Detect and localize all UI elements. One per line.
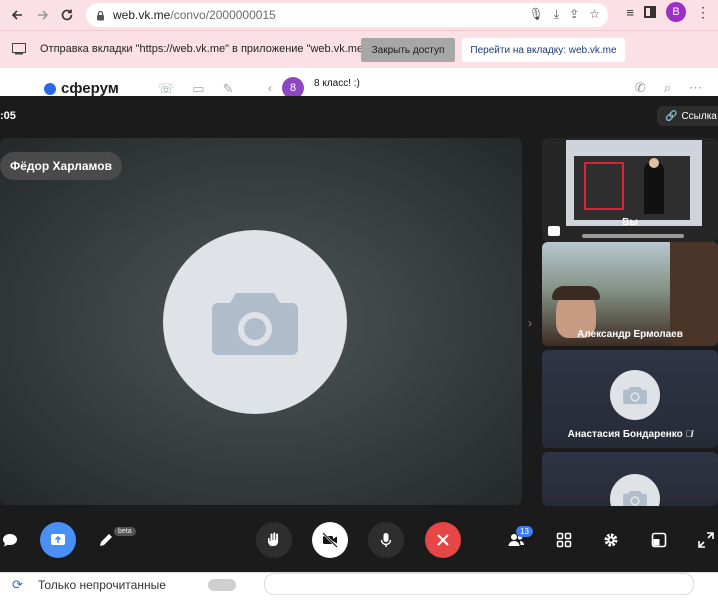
- phone-icon[interactable]: ✆: [635, 80, 646, 96]
- camera-icon: [623, 490, 647, 506]
- address-bar[interactable]: web.vk.me/convo/2000000015 🎙 ⤓ ⇪ ☆: [86, 3, 608, 27]
- screen-share-indicator-icon: [12, 43, 26, 55]
- participant-name: Вы: [622, 217, 638, 228]
- close-icon: [437, 534, 449, 546]
- forward-arrow-icon: [38, 10, 49, 20]
- vk-header-icons: ☏ ▭ ✎: [158, 81, 233, 97]
- participant-hair: [552, 286, 600, 300]
- unread-only-label: Только непрочитанные: [38, 578, 166, 592]
- url-host: web.vk.me: [113, 8, 171, 22]
- archive-icon[interactable]: ▭: [192, 81, 204, 97]
- search-icon[interactable]: ⌕: [664, 80, 671, 96]
- stop-sharing-button[interactable]: Закрыть доступ: [361, 38, 455, 62]
- share-screen-icon: [51, 534, 65, 545]
- microphone-icon[interactable]: 🎙: [529, 7, 544, 22]
- screen-share-button[interactable]: [40, 522, 76, 558]
- shared-video-thumbnail: [574, 156, 690, 220]
- browser-toolbar: web.vk.me/convo/2000000015 🎙 ⤓ ⇪ ☆ ≡ B ⋮: [0, 0, 718, 30]
- sferum-logo[interactable]: сферум: [44, 80, 119, 97]
- sharing-message: Отправка вкладки "https://web.vk.me" в п…: [40, 43, 377, 55]
- logo-mark-icon: [44, 82, 56, 95]
- speaker-avatar-placeholder: [163, 230, 347, 414]
- grid-icon: [556, 532, 572, 548]
- participants-count-badge: 13: [516, 526, 533, 537]
- go-to-tab-button[interactable]: Перейти на вкладку: web.vk.me: [462, 38, 625, 62]
- more-menu-icon[interactable]: ⋮: [696, 4, 710, 21]
- minimize-button[interactable]: [641, 522, 677, 558]
- beta-badge: beta: [114, 527, 136, 536]
- chevron-left-icon[interactable]: ‹: [268, 81, 272, 95]
- microphone-icon: [380, 533, 392, 547]
- participant-tile-self[interactable]: Вы: [542, 138, 718, 242]
- video-progress-bar: [582, 234, 684, 238]
- reading-list-icon[interactable]: ≡: [626, 5, 634, 20]
- chat-button[interactable]: [0, 522, 28, 558]
- unread-only-toggle[interactable]: [208, 579, 236, 591]
- link-icon: 🔗: [665, 110, 678, 122]
- fullscreen-button[interactable]: [688, 522, 718, 558]
- microphone-button[interactable]: [368, 522, 404, 558]
- camera-toggle-button[interactable]: [312, 522, 348, 558]
- chevron-right-icon[interactable]: ›: [528, 316, 532, 330]
- hand-icon: [268, 532, 279, 546]
- compose-icon[interactable]: ✎: [223, 81, 234, 97]
- participant-name: Александр Ермолаев: [577, 329, 683, 340]
- camera-off-icon: [322, 532, 338, 548]
- share-icon[interactable]: ⇪: [569, 7, 579, 22]
- refresh-icon: ⟳: [12, 577, 23, 592]
- url-path: /convo/2000000015: [170, 8, 276, 22]
- reload-icon: [61, 9, 73, 21]
- raise-hand-button[interactable]: [256, 522, 292, 558]
- shared-screen-preview: [566, 140, 702, 226]
- profile-avatar[interactable]: B: [666, 2, 686, 22]
- screen: web.vk.me/convo/2000000015 🎙 ⤓ ⇪ ☆ ≡ B ⋮…: [0, 0, 718, 602]
- vk-footer: ⟳ Только непрочитанные: [0, 572, 718, 602]
- tab-sharing-banner: Отправка вкладки "https://web.vk.me" в п…: [0, 30, 718, 68]
- speaker-name-badge: Фёдор Харламов: [0, 152, 122, 180]
- side-panel-icon[interactable]: [644, 6, 656, 18]
- participant-name-text: Анастасия Бондаренко: [567, 429, 683, 440]
- end-call-button[interactable]: [425, 522, 461, 558]
- copy-link-label: Ссылка: [681, 110, 717, 122]
- call-timer: :05: [0, 110, 16, 122]
- bookmark-star-icon[interactable]: ☆: [589, 7, 600, 22]
- layout-grid-button[interactable]: [546, 522, 582, 558]
- pencil-icon: [100, 534, 112, 546]
- settings-button[interactable]: [593, 522, 629, 558]
- vk-header: сферум ☏ ▭ ✎ ‹ 8 8 класс! :) ✆ ⌕ ⋯: [0, 68, 718, 99]
- add-contact-icon[interactable]: ☏: [158, 81, 174, 97]
- call-toolbar: beta 13: [0, 520, 718, 560]
- picture-in-picture-icon: [651, 532, 667, 548]
- install-icon[interactable]: ⤓: [554, 7, 559, 22]
- expand-icon: [698, 532, 714, 548]
- logo-text: сферум: [61, 80, 119, 97]
- chat-title: 8 класс! :): [314, 77, 360, 89]
- participant-name: Анастасия Бондаренко 🎙̸: [542, 429, 718, 440]
- participant-avatar-placeholder: [610, 474, 660, 506]
- chat-bubble-icon: [3, 534, 17, 547]
- address-bar-icons: 🎙 ⤓ ⇪ ☆: [529, 7, 600, 22]
- gear-icon: [604, 533, 618, 547]
- reload-button[interactable]: [54, 2, 80, 28]
- copy-link-button[interactable]: 🔗 Ссылка: [657, 106, 718, 126]
- back-arrow-icon: [11, 10, 22, 20]
- main-speaker-video[interactable]: Фёдор Харламов: [0, 138, 522, 505]
- participant-avatar-placeholder: [610, 370, 660, 420]
- camera-icon: [212, 293, 298, 355]
- camera-icon: [623, 386, 647, 405]
- browser-actions: ≡ B ⋮: [626, 2, 718, 22]
- participant-tile[interactable]: [542, 452, 718, 506]
- back-button[interactable]: [4, 2, 30, 28]
- participant-tile[interactable]: Анастасия Бондаренко 🎙̸: [542, 350, 718, 448]
- forward-button[interactable]: [30, 2, 56, 28]
- message-input[interactable]: [264, 573, 694, 595]
- participant-tile[interactable]: Александр Ермолаев: [542, 242, 718, 346]
- lock-icon: [96, 10, 105, 21]
- muted-microphone-icon: 🎙̸: [685, 429, 693, 439]
- more-icon[interactable]: ⋯: [689, 80, 702, 96]
- video-call-window: :05 🔗 Ссылка Фёдор Харламов › Вы Алексан…: [0, 96, 718, 574]
- chat-header-actions: ✆ ⌕ ⋯: [635, 80, 702, 96]
